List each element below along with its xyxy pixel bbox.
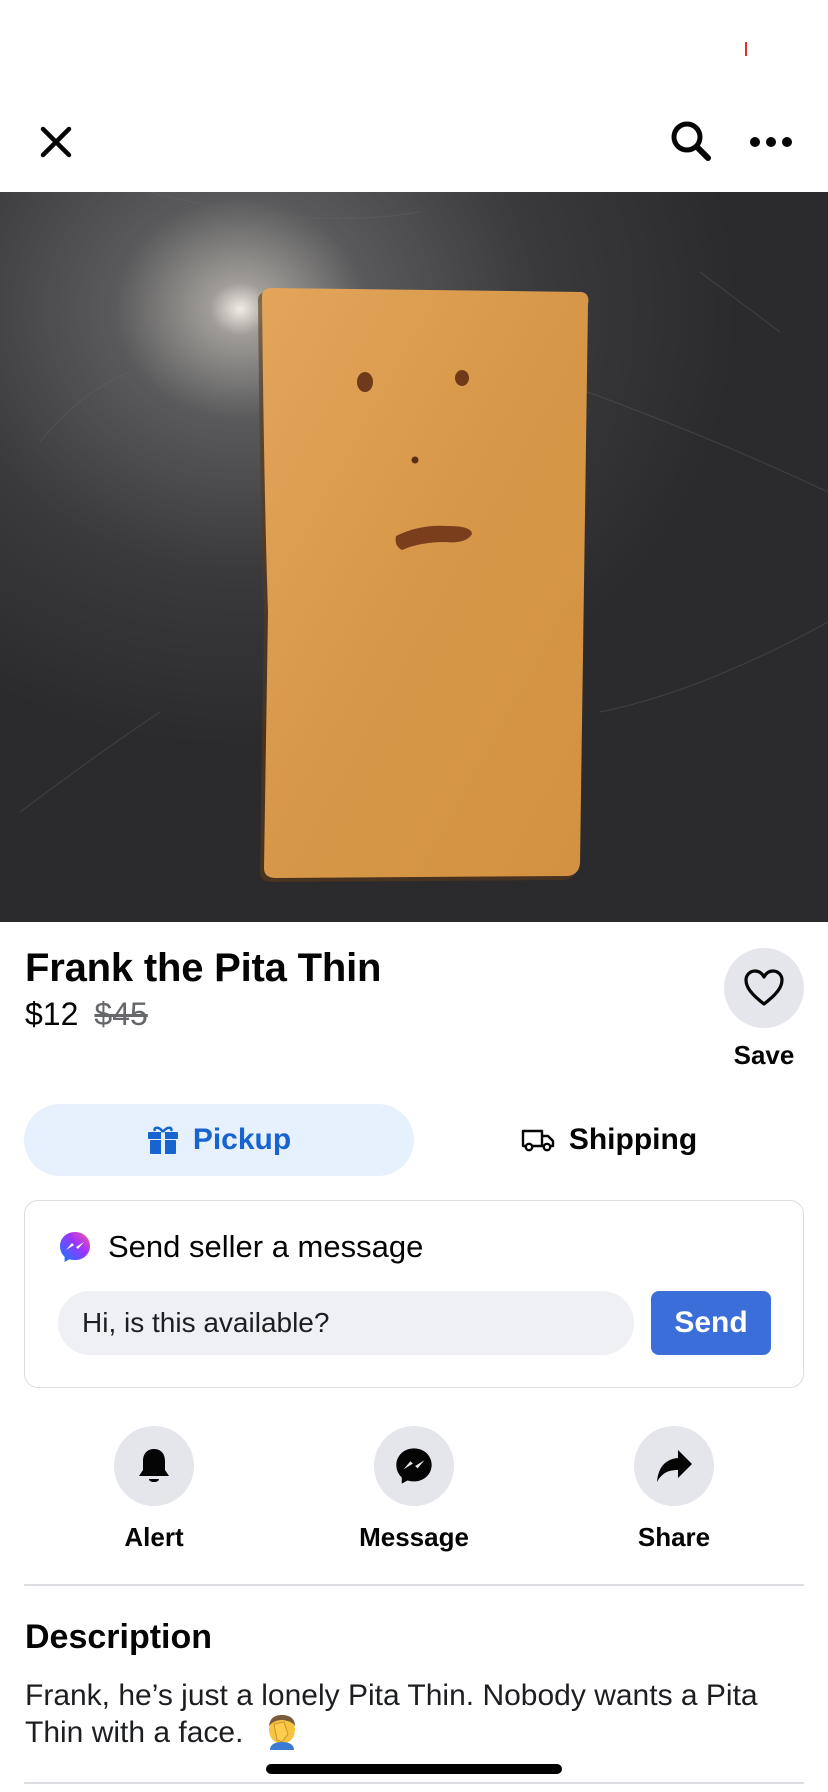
alert-button[interactable] [114, 1426, 194, 1506]
top-nav [0, 100, 828, 192]
description-heading: Description [25, 1618, 213, 1656]
truck-icon [521, 1129, 555, 1152]
alert-action[interactable]: Alert [54, 1426, 254, 1553]
bell-icon [139, 1449, 169, 1482]
description-text: Frank, he’s just a lonely Pita Thin. Nob… [25, 1679, 758, 1749]
messenger-icon [396, 1448, 432, 1484]
status-indicator [745, 42, 747, 56]
messenger-icon [60, 1232, 90, 1262]
share-action[interactable]: Share [574, 1426, 774, 1553]
search-button[interactable] [666, 116, 716, 166]
close-button[interactable] [34, 120, 78, 164]
share-arrow-icon [657, 1450, 692, 1482]
status-bar [0, 0, 828, 100]
section-divider [24, 1584, 804, 1586]
price-row: $12 $45 [25, 996, 148, 1033]
bottom-divider [24, 1782, 804, 1784]
facepalm-emoji-icon [268, 1715, 295, 1750]
more-options-button[interactable] [746, 120, 796, 164]
message-button[interactable] [374, 1426, 454, 1506]
home-indicator[interactable] [266, 1764, 562, 1774]
message-card-title: Send seller a message [108, 1229, 424, 1264]
action-row: Alert Message Share [0, 1426, 828, 1556]
gift-box-icon [147, 1126, 178, 1154]
pita-chip-photo [0, 192, 828, 922]
heart-icon [744, 969, 784, 1006]
save-label: Save [733, 1040, 795, 1070]
description-body: Frank, he’s just a lonely Pita Thin. Nob… [25, 1678, 805, 1751]
delivery-options: Pickup Shipping [24, 1104, 804, 1176]
message-seller-card: Send seller a message Hi, is this availa… [24, 1200, 804, 1388]
close-icon [40, 126, 72, 158]
pickup-label: Pickup [192, 1123, 292, 1156]
pickup-tab[interactable]: Pickup [24, 1104, 414, 1176]
share-label: Share [637, 1522, 711, 1552]
listing-title: Frank the Pita Thin [25, 946, 382, 990]
shipping-label: Shipping [568, 1123, 698, 1156]
message-input[interactable]: Hi, is this available? [58, 1291, 634, 1355]
more-icon [750, 137, 792, 147]
message-card-header: Send seller a message [58, 1229, 423, 1265]
share-button[interactable] [634, 1426, 714, 1506]
send-button[interactable]: Send [651, 1291, 771, 1355]
search-icon [671, 121, 711, 161]
message-label: Message [359, 1522, 469, 1552]
listing-photo[interactable] [0, 192, 828, 922]
original-price: $45 [94, 996, 148, 1032]
listing-price: $12 [25, 996, 79, 1032]
save-button[interactable] [724, 948, 804, 1028]
message-action[interactable]: Message [314, 1426, 514, 1553]
shipping-tab[interactable]: Shipping [414, 1104, 804, 1176]
alert-label: Alert [124, 1522, 184, 1552]
